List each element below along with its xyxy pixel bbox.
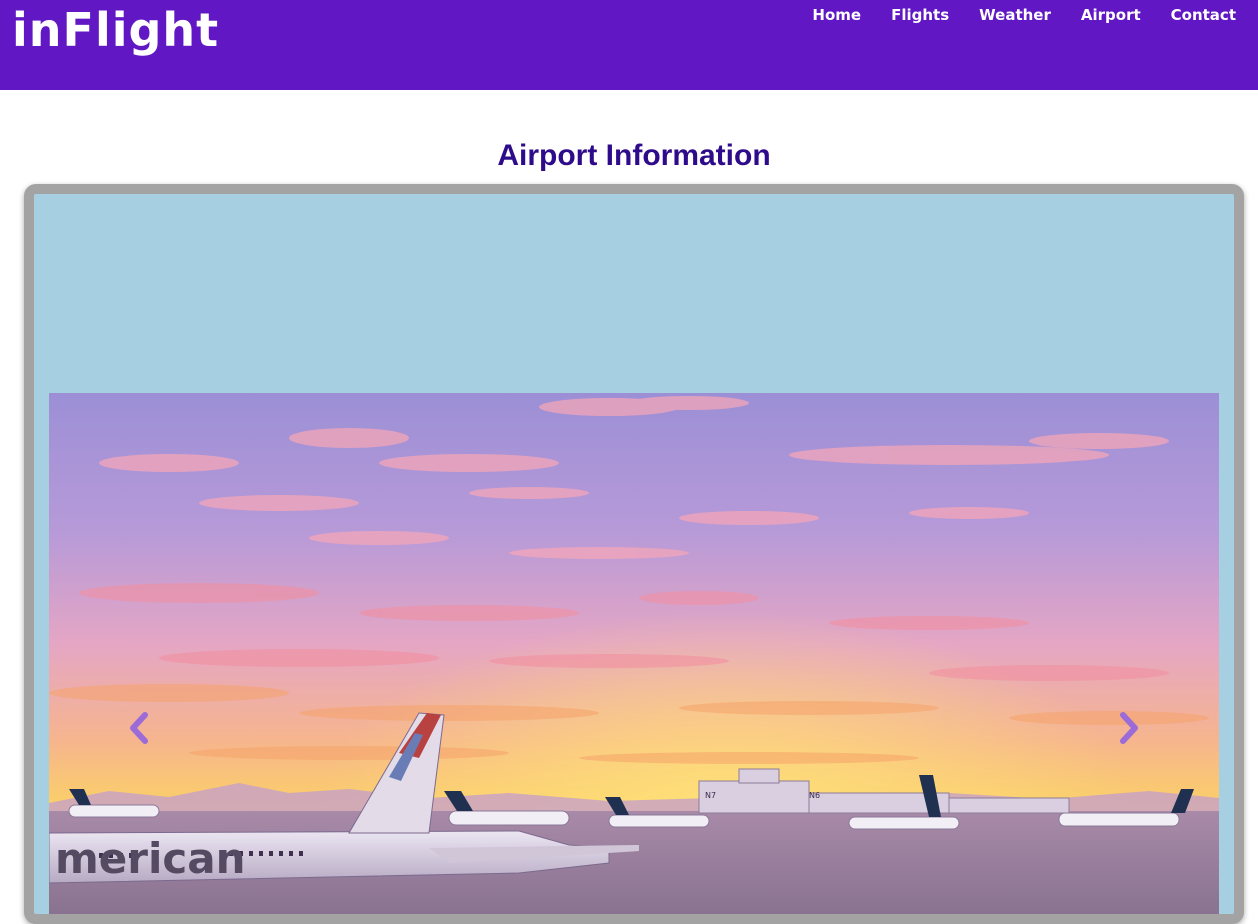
nav-link-airport[interactable]: Airport <box>1081 4 1141 26</box>
nav-link-home[interactable]: Home <box>812 4 861 26</box>
carousel-next-button[interactable] <box>1113 711 1143 745</box>
fuselage-livery-text: merican <box>55 834 246 883</box>
chevron-right-icon <box>1120 712 1138 744</box>
nav-link-flights[interactable]: Flights <box>891 4 949 26</box>
nav-links: Home Flights Weather Airport Contact <box>782 4 1236 26</box>
nav-link-contact[interactable]: Contact <box>1171 4 1236 26</box>
nav-link-weather[interactable]: Weather <box>979 4 1051 26</box>
gate-n7-label: N7 <box>705 791 716 800</box>
airport-sunset-image: N7 N6 merican <box>49 393 1219 914</box>
navbar: inFlight Home Flights Weather Airport Co… <box>0 0 1258 90</box>
carousel-prev-button[interactable] <box>125 711 155 745</box>
page-title: Airport Information <box>497 139 771 172</box>
airport-panel: N7 N6 merican <box>24 184 1244 924</box>
chevron-left-icon <box>130 712 148 744</box>
airport-carousel: N7 N6 merican <box>49 393 1219 914</box>
brand-logo[interactable]: inFlight <box>12 2 219 58</box>
gate-n6-label: N6 <box>809 791 820 800</box>
